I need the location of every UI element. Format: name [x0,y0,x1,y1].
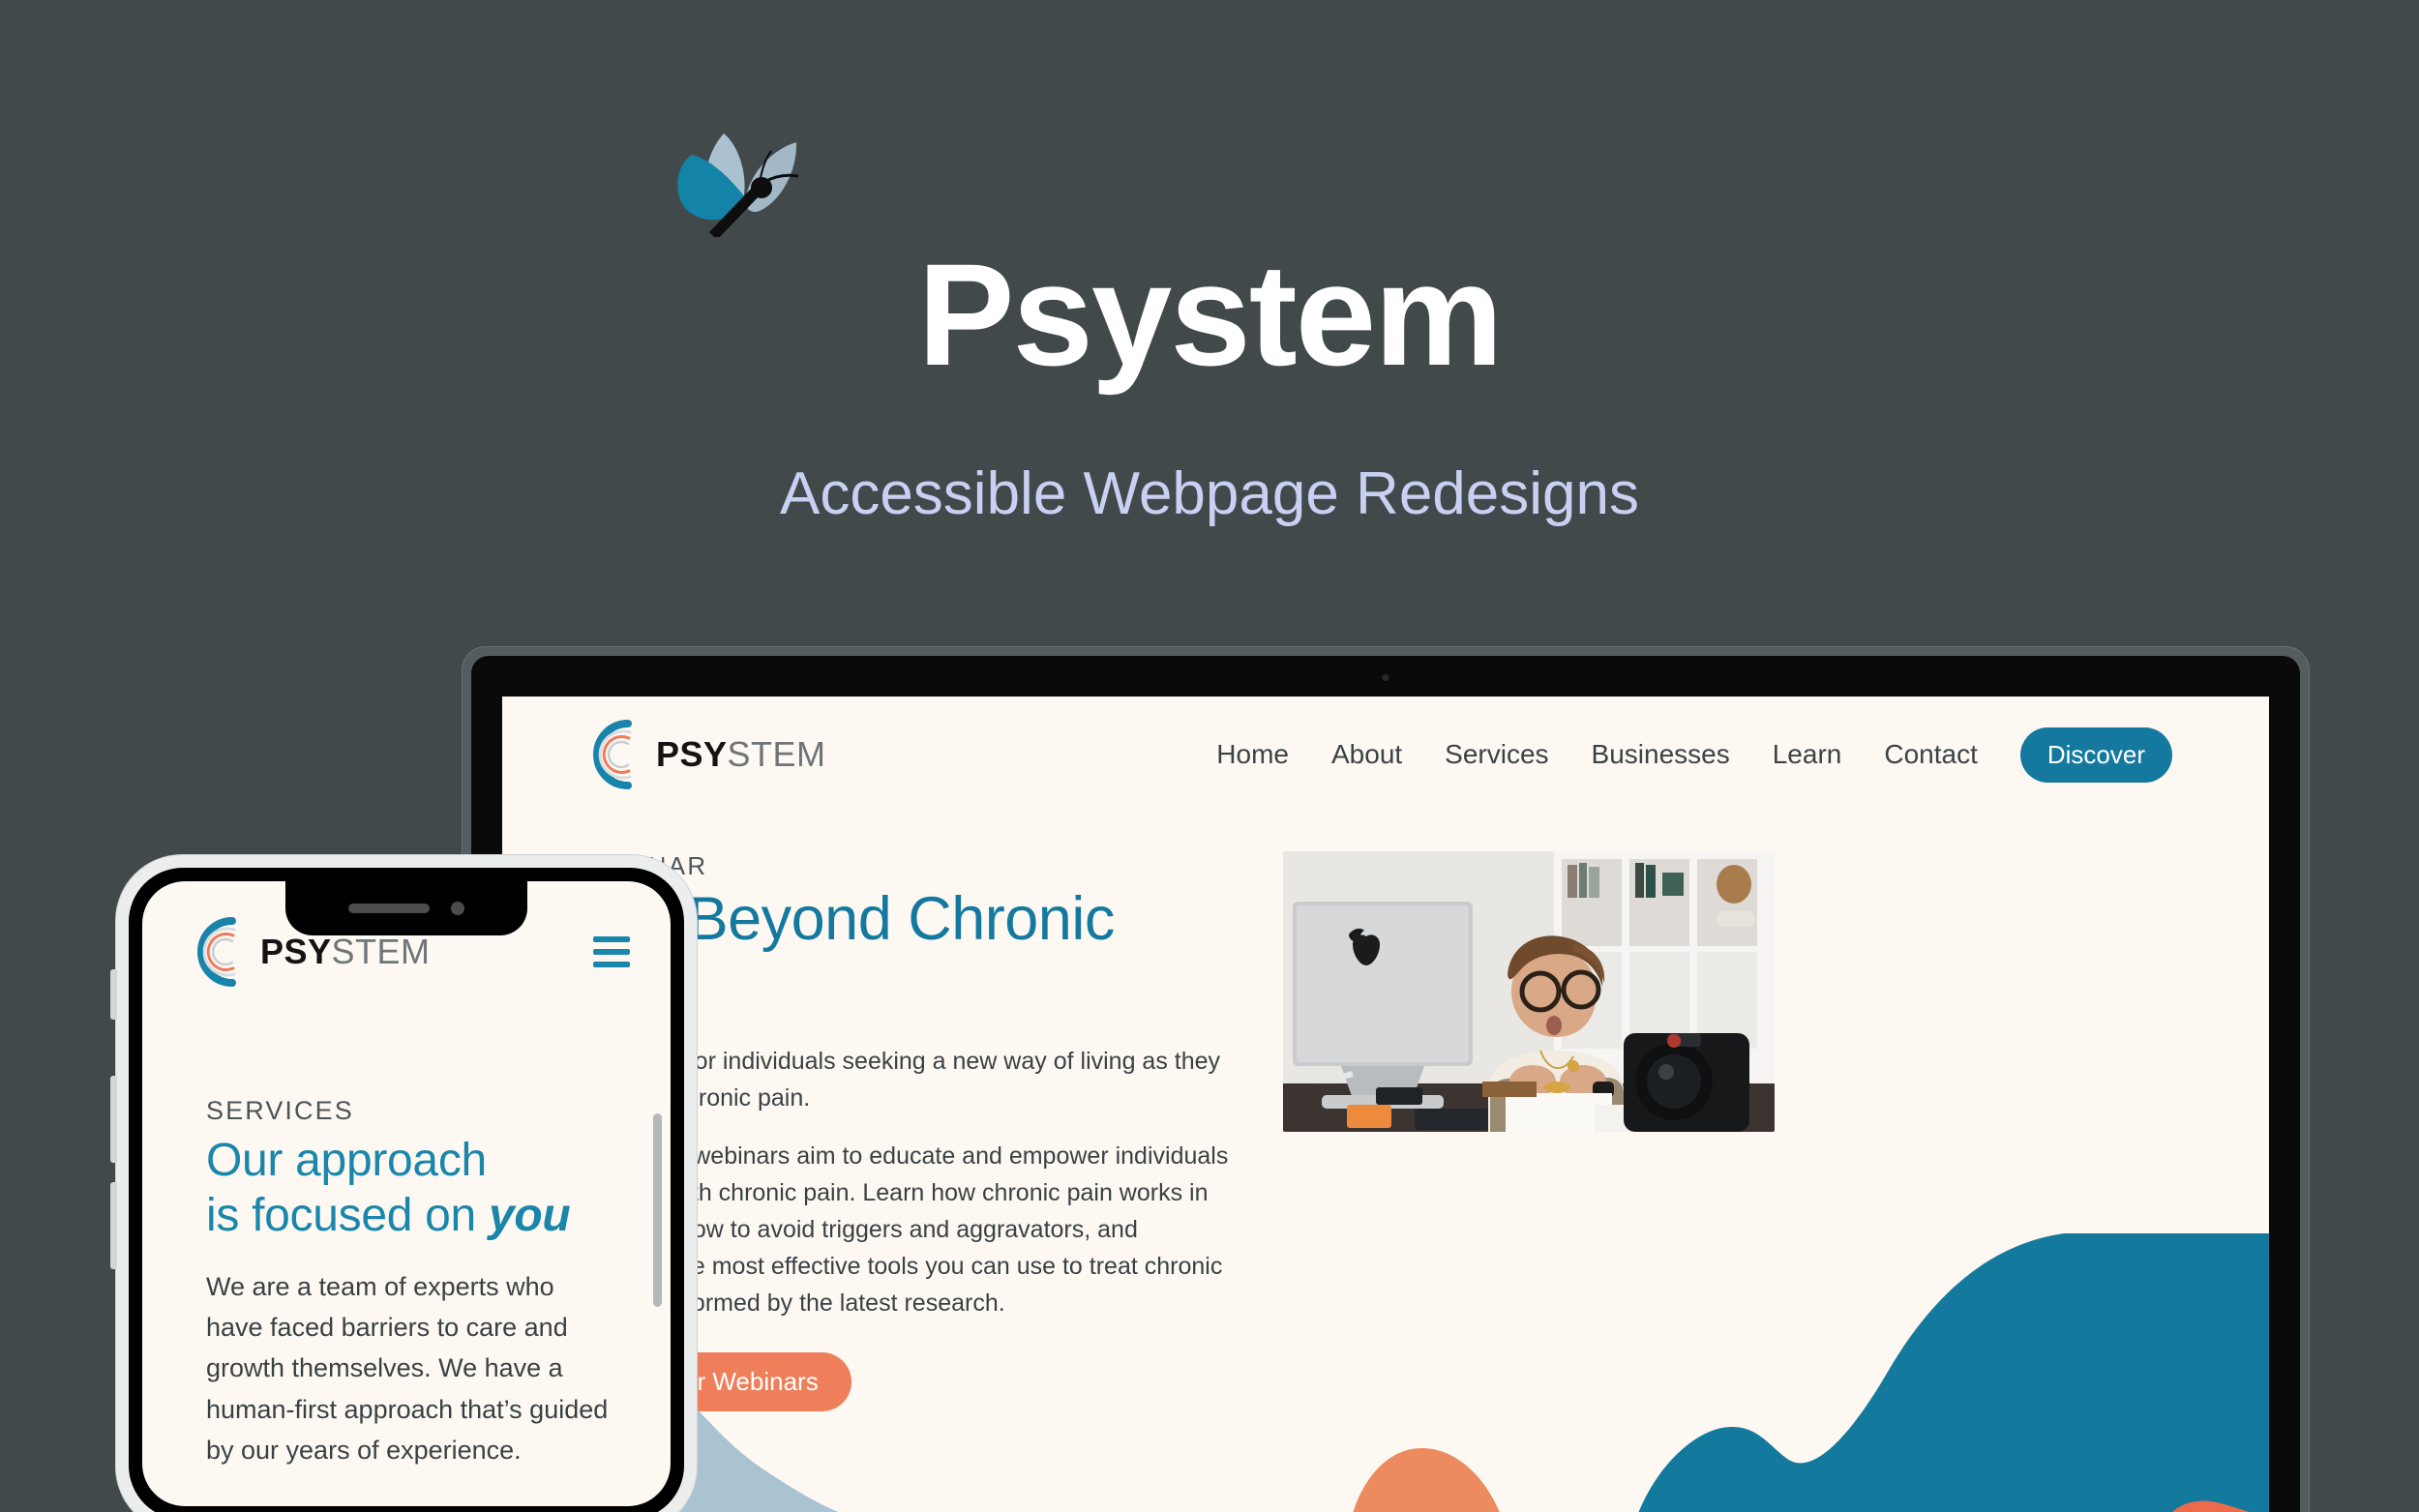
phone-brand-bold: PSY [260,932,332,971]
brand-light: STEM [727,734,826,774]
phone-section-headline: Our approach is focused on you [206,1134,616,1243]
phone-mockup: PSYSTEM SERVICES Our approach is focused… [110,855,697,1512]
page-subtitle: Accessible Webpage Redesigns [779,460,1640,527]
site-header: PSYSTEM Home About Services Businesses L… [502,697,2269,813]
phone-notch [285,881,527,935]
phone-headline-emphasis: you [488,1189,571,1241]
phone-section-eyebrow: SERVICES [206,1096,354,1125]
phone-headline-line-2-prefix: is focused on [206,1189,489,1241]
phone-volume-up-button[interactable] [110,1076,117,1163]
page-title: Psystem [917,233,1503,396]
phone-silent-switch[interactable] [110,969,117,1020]
brand-bold: PSY [656,734,728,774]
nav-item-learn[interactable]: Learn [1773,739,1842,770]
laptop-camera-icon [1382,674,1389,681]
phone-services-section: SERVICES Our approach is focused on you … [142,990,671,1470]
psystem-arc-logo-icon [179,914,254,990]
phone-camera-icon [451,902,464,915]
hamburger-bar [593,962,630,967]
hamburger-menu-icon[interactable] [593,936,630,967]
butterfly-icon [672,126,842,240]
phone-screen: PSYSTEM SERVICES Our approach is focused… [142,881,671,1506]
discover-button[interactable]: Discover [2019,726,2172,783]
nav-item-contact[interactable]: Contact [1884,739,1978,770]
laptop-screen: PSYSTEM Home About Services Businesses L… [502,697,2269,1512]
webinar-photo [1283,851,1775,1132]
phone-speaker-icon [348,904,430,913]
phone-brand-wordmark: PSYSTEM [260,934,431,969]
laptop-mockup: PSYSTEM Home About Services Businesses L… [463,647,2309,1512]
nav-item-about[interactable]: About [1331,739,1402,770]
brand-logo[interactable]: PSYSTEM [575,717,826,792]
nav-item-businesses[interactable]: Businesses [1592,739,1730,770]
decorative-waves [502,1228,2269,1512]
nav-item-home[interactable]: Home [1216,739,1289,770]
laptop-bezel: PSYSTEM Home About Services Businesses L… [471,656,2300,1512]
brand-wordmark: PSYSTEM [656,737,826,772]
hamburger-bar [593,949,630,955]
screenshot-root: Psystem Accessible Webpage Redesigns PSY… [0,0,2419,1512]
phone-bezel: PSYSTEM SERVICES Our approach is focused… [129,868,684,1512]
hero-banner: Psystem Accessible Webpage Redesigns [0,0,2419,600]
phone-headline-line-1: Our approach [206,1135,487,1186]
phone-scrollbar[interactable] [653,1113,662,1307]
main-navigation: Home About Services Businesses Learn Con… [1216,726,2172,783]
phone-section-paragraph: We are a team of experts who have faced … [206,1272,609,1465]
phone-brand-light: STEM [331,932,431,971]
hamburger-bar [593,936,630,942]
nav-item-services[interactable]: Services [1445,739,1548,770]
phone-volume-down-button[interactable] [110,1182,117,1269]
psystem-arc-logo-icon [575,717,650,792]
